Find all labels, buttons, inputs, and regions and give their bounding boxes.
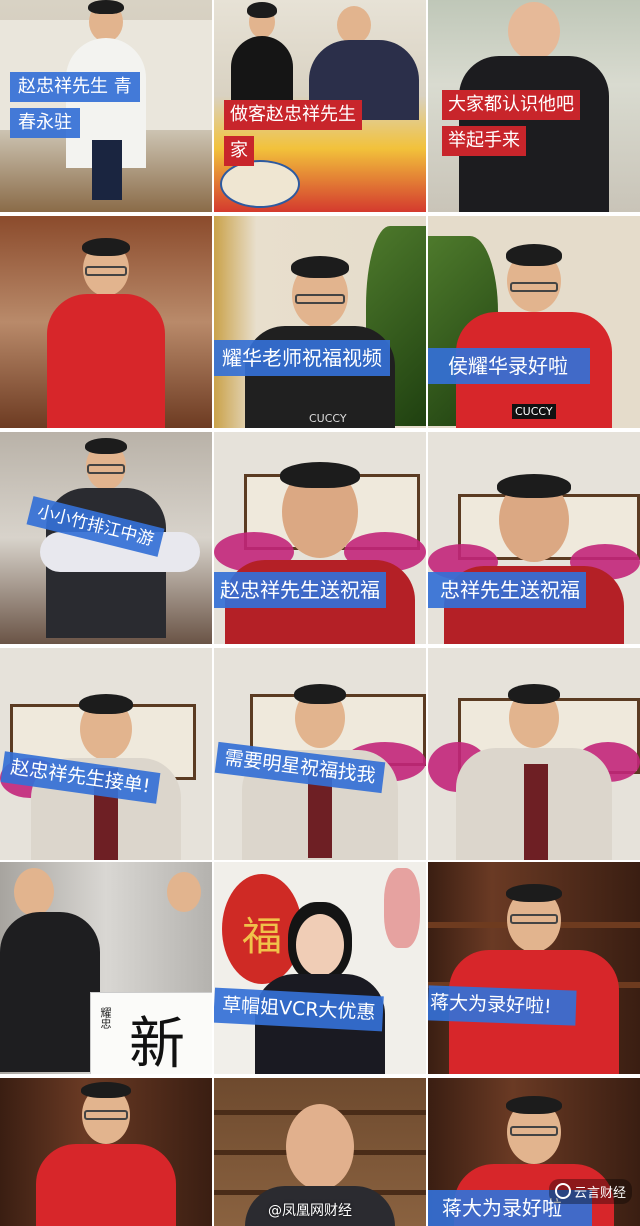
woman-body [231,36,293,106]
tile-15[interactable]: 蒋大为录好啦! [428,862,640,1074]
fu-character: 福 [242,914,282,960]
watermark-right: 云言财经 [548,1179,632,1204]
person-legs [92,140,122,200]
person-hair [508,684,560,704]
tile-12[interactable] [428,648,640,860]
tile-2[interactable]: 做客赵忠祥先生 家 [214,0,426,212]
inner-shirt [524,764,548,860]
logo-icon [554,1183,571,1199]
glasses [87,464,125,474]
tile-14[interactable]: 福 草帽姐VCR大优惠 [214,862,426,1074]
tile-6[interactable]: CUCCY 侯耀华录好啦 [428,216,640,428]
sweater-print: CUCCY [309,412,347,425]
caption: 赵忠祥先生送祝福 [214,572,386,608]
vest-red [47,294,165,428]
person-hair [497,474,571,498]
person-hair [88,0,124,14]
sweater-print: CUCCY [512,404,556,419]
person-hair [294,684,346,704]
person-hair [79,694,133,714]
person-hair [506,244,562,266]
person-hair [506,1096,562,1114]
person-hair [291,256,349,278]
person-hair [506,884,562,902]
caption-line-2: 举起手来 [442,126,526,156]
glasses [85,266,127,276]
person-head [286,1104,354,1190]
tile-1[interactable]: 赵忠祥先生 青 春永驻 [0,0,212,212]
person-head [508,2,560,60]
watermark-center: @凤凰网财经 [268,1203,352,1219]
tile-8[interactable]: 赵忠祥先生送祝福 [214,432,426,644]
glasses [510,914,558,924]
person-hair [81,1082,131,1098]
tile-13[interactable]: 新 耀忠 [0,862,212,1074]
person-head [296,914,344,976]
caption-line-1: 赵忠祥先生 青 [10,72,140,102]
caption: 蒋大为录好啦! [428,985,577,1026]
calligraphy-char: 新 [129,1012,185,1074]
person-hair [85,438,127,454]
glasses [84,1110,128,1120]
tile-5[interactable]: CUCCY 耀华老师祝福视频 [214,216,426,428]
caption-line-1: 大家都认识他吧 [442,90,580,120]
person-hair [280,462,360,488]
tile-9[interactable]: 忠祥先生送祝福 [428,432,640,644]
watermark-right-text: 云言财经 [573,1186,626,1201]
man-head [337,6,371,44]
calligraphy-small: 耀忠 [99,1007,112,1029]
calligraphy-scroll: 新 耀忠 [90,992,212,1074]
caption: 忠祥先生送祝福 [428,572,586,608]
caption: 侯耀华录好啦 [428,348,590,384]
person-head [14,868,54,916]
glasses [510,282,558,292]
glasses [295,294,345,304]
caption: 耀华老师祝福视频 [214,340,390,376]
tile-16[interactable] [0,1078,212,1226]
video-collage-grid: 赵忠祥先生 青 春永驻 做客赵忠祥先生 家 大家都认识他吧 举起手来 CUCCY [0,0,640,1226]
caption-line-2: 家 [224,136,254,166]
caption-line-1: 做客赵忠祥先生 [224,100,362,130]
pig-ornament [384,868,420,948]
woman-hair [247,2,277,18]
sweater-red [36,1144,176,1226]
food-plate [220,160,300,208]
person-hair [82,238,130,256]
glasses [510,1126,558,1136]
tile-3[interactable]: 大家都认识他吧 举起手来 [428,0,640,212]
caption-line-2: 春永驻 [10,108,80,138]
person-body [0,912,100,1072]
second-person-head [167,872,201,912]
tile-7[interactable]: 小小竹排江中游 [0,432,212,644]
tile-4[interactable] [0,216,212,428]
tile-11[interactable]: 需要明星祝福找我 [214,648,426,860]
tile-10[interactable]: 赵忠祥先生接单! [0,648,212,860]
